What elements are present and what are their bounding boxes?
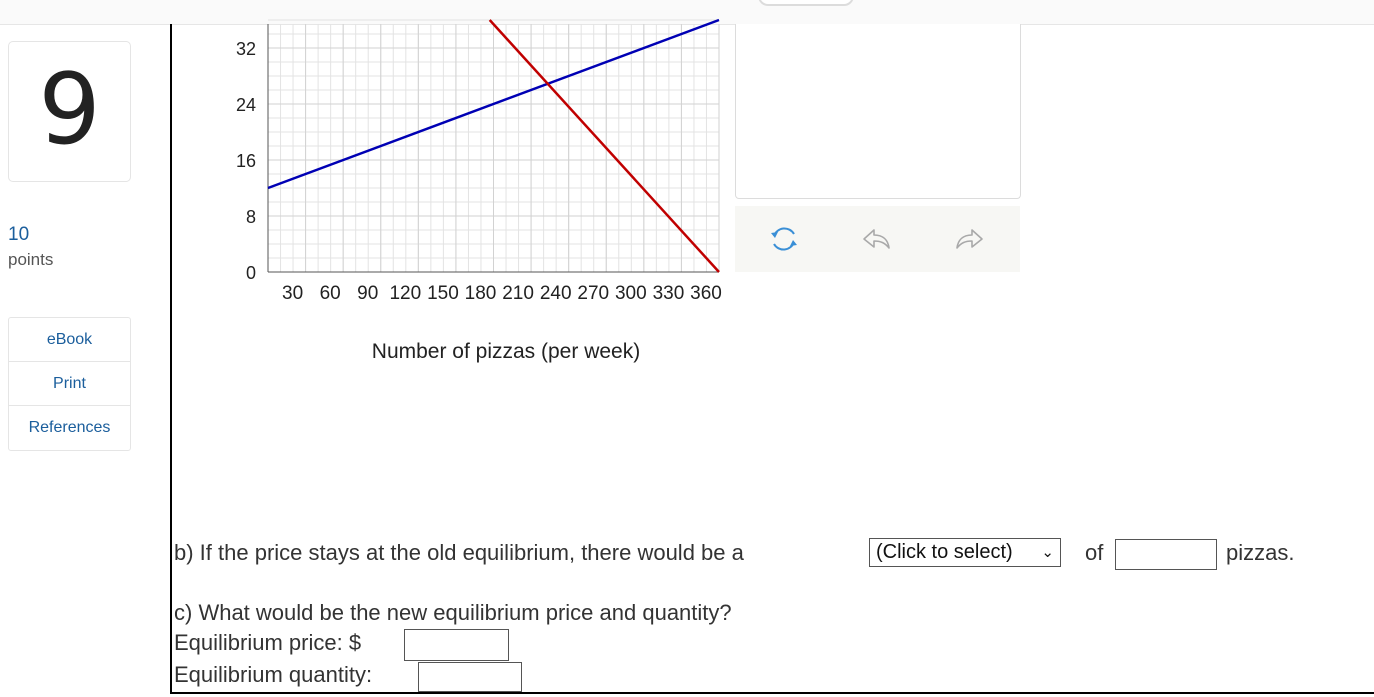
- part-c-prompt: c) What would be the new equilibrium pri…: [174, 600, 732, 625]
- x-tick-label: 90: [357, 283, 378, 304]
- x-tick-label: 180: [465, 283, 497, 304]
- of-label: of: [1085, 540, 1104, 565]
- y-tick-label: 16: [236, 151, 256, 171]
- graph-answer-panel: [735, 24, 1021, 199]
- part-b-prompt: b) If the price stays at the old equilib…: [174, 540, 744, 565]
- shortage-surplus-select[interactable]: (Click to select) ⌄: [869, 538, 1061, 567]
- x-axis-label: Number of pizzas (per week): [372, 340, 640, 363]
- pizzas-label: pizzas.: [1226, 540, 1295, 565]
- x-tick-label: 60: [320, 283, 341, 304]
- chevron-down-icon: ⌄: [1041, 544, 1054, 561]
- y-tick-label: 24: [236, 95, 256, 115]
- redo-icon[interactable]: [953, 222, 987, 256]
- equilibrium-quantity-label: Equilibrium quantity:: [174, 662, 373, 687]
- graph-toolbar: [735, 206, 1020, 272]
- y-tick-label: 8: [246, 207, 256, 227]
- x-tick-label: 150: [427, 283, 459, 304]
- x-tick-label: 360: [690, 283, 722, 304]
- y-tick-label: 0: [246, 263, 256, 283]
- x-tick-label: 120: [389, 283, 421, 304]
- supply-demand-chart: 0816243230 60 90 120 150 180 210 240 270 300 330 36…: [236, 18, 722, 363]
- x-tick-label: 240: [540, 283, 572, 304]
- x-tick-label: 270: [577, 283, 609, 304]
- x-tick-label: 330: [653, 283, 685, 304]
- y-tick-label: 32: [236, 39, 256, 59]
- select-value: (Click to select): [876, 541, 1013, 563]
- equilibrium-price-label: Equilibrium price: $: [174, 630, 362, 655]
- pizza-quantity-input[interactable]: [1115, 539, 1217, 570]
- equilibrium-quantity-input[interactable]: [418, 662, 522, 692]
- equilibrium-price-input[interactable]: [404, 629, 509, 661]
- undo-icon[interactable]: [859, 222, 893, 256]
- x-tick-label: 30: [282, 283, 303, 304]
- x-tick-label: 210: [502, 283, 534, 304]
- x-tick-label: 300: [615, 283, 647, 304]
- chart-grid: [267, 19, 720, 273]
- refresh-icon[interactable]: [767, 222, 801, 256]
